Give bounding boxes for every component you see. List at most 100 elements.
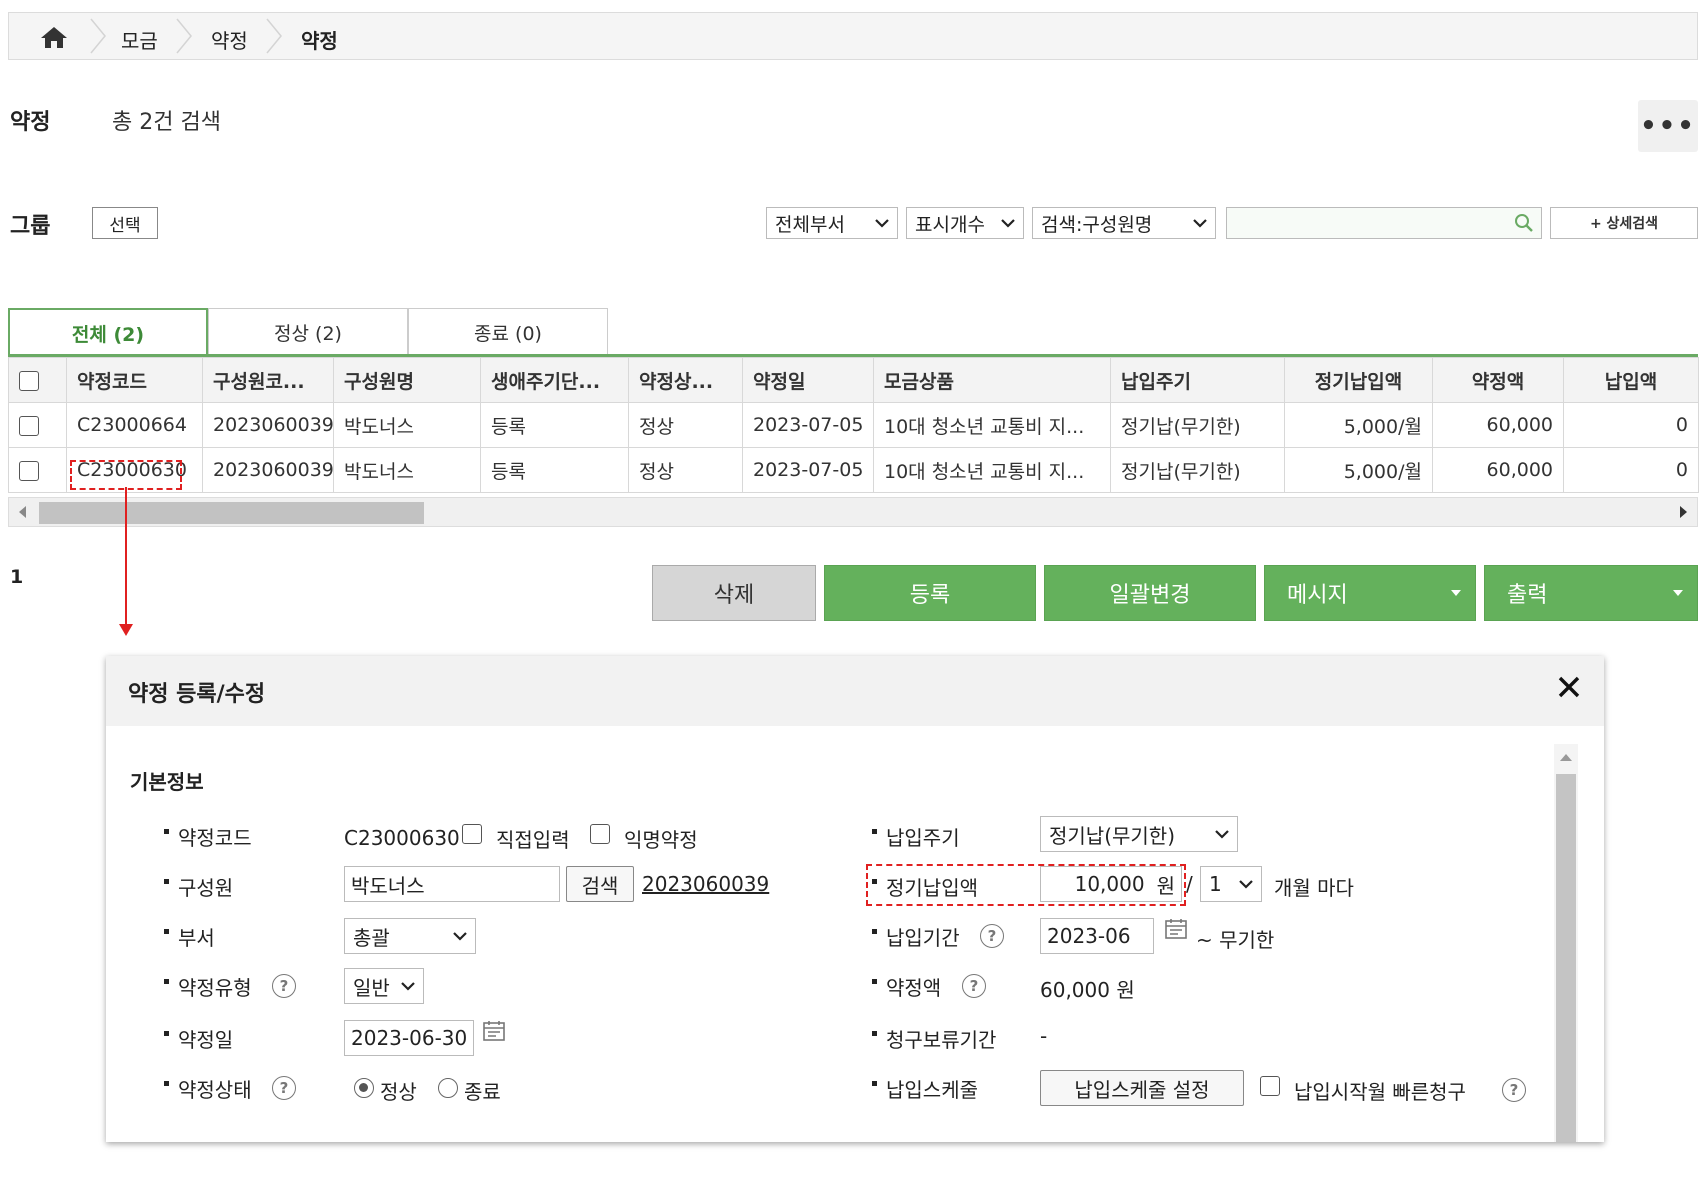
- breadcrumb-item-pledge-group[interactable]: 약정: [211, 25, 248, 54]
- department-select-value: 전체부서: [775, 213, 845, 236]
- chevron-down-icon: [1193, 219, 1207, 228]
- pledge-amount-value: 60,000 원: [1040, 978, 1135, 1002]
- column-header[interactable]: 모금상품: [873, 357, 1111, 403]
- pledge-date-label: 약정일: [163, 1024, 233, 1053]
- claim-hold-value: -: [1040, 1024, 1048, 1048]
- group-select-button[interactable]: 선택: [92, 207, 158, 239]
- column-header[interactable]: 납입주기: [1110, 357, 1285, 403]
- scroll-left-arrow[interactable]: [19, 506, 26, 518]
- page-title: 약정: [10, 110, 51, 135]
- column-header[interactable]: 약정액: [1432, 357, 1564, 403]
- breadcrumb-item-fundraising[interactable]: 모금: [121, 25, 158, 54]
- search-icon[interactable]: [1513, 212, 1535, 234]
- cell-cycle: 정기납(무기한): [1110, 447, 1285, 493]
- direct-input-checkbox[interactable]: [462, 824, 482, 844]
- department-select[interactable]: 전체부서: [766, 207, 898, 239]
- pledge-date-input[interactable]: 2023-06-30: [344, 1020, 474, 1056]
- cell-regular-amount: 5,000/월: [1284, 402, 1433, 448]
- cell-regular-amount: 5,000/월: [1284, 447, 1433, 493]
- column-header[interactable]: 구성원코...: [202, 357, 334, 403]
- payment-period-label: 납입기간: [872, 922, 960, 951]
- pledge-type-select[interactable]: 일반: [344, 968, 424, 1004]
- horizontal-scrollbar[interactable]: [8, 497, 1698, 527]
- row-checkbox[interactable]: [19, 415, 39, 436]
- cell-pledge-amount: 60,000: [1432, 447, 1564, 493]
- cell-product: 10대 청소년 교통비 지...: [873, 447, 1111, 493]
- advanced-search-button[interactable]: + 상세검색: [1550, 207, 1698, 239]
- cell-status: 정상: [628, 447, 743, 493]
- column-header[interactable]: 약정코드: [66, 357, 203, 403]
- calendar-icon[interactable]: [1164, 918, 1188, 940]
- payment-schedule-label: 납입스케줄: [872, 1074, 978, 1103]
- help-icon[interactable]: ?: [272, 974, 296, 998]
- page-number[interactable]: 1: [10, 566, 23, 588]
- table-row[interactable]: C23000630 2023060039 박도너스 등록 정상 2023-07-…: [8, 447, 1699, 493]
- section-title: 기본정보: [130, 770, 204, 794]
- cell-lifecycle: 등록: [480, 402, 629, 448]
- tab-ended[interactable]: 종료 (0): [408, 308, 608, 356]
- pledge-code-value: C23000630: [344, 826, 460, 850]
- member-code-link[interactable]: 2023060039: [642, 872, 769, 896]
- status-normal-radio[interactable]: [354, 1078, 374, 1098]
- delete-button[interactable]: 삭제: [652, 565, 816, 621]
- regular-amount-unit: 원: [1156, 873, 1175, 898]
- status-ended-radio[interactable]: [438, 1078, 458, 1098]
- table-row[interactable]: C23000664 2023060039 박도너스 등록 정상 2023-07-…: [8, 402, 1699, 448]
- search-field-select[interactable]: 검색:구성원명: [1032, 207, 1216, 239]
- help-icon[interactable]: ?: [272, 1076, 296, 1100]
- help-icon[interactable]: ?: [962, 974, 986, 998]
- fast-claim-checkbox[interactable]: [1260, 1076, 1280, 1096]
- display-count-select[interactable]: 표시개수: [906, 207, 1024, 239]
- member-input[interactable]: 박도너스: [344, 866, 560, 902]
- callout-arrow-head: [119, 624, 133, 636]
- column-header[interactable]: 정기납입액: [1284, 357, 1433, 403]
- display-count-value: 표시개수: [915, 213, 985, 236]
- cell-member-code: 2023060039: [202, 447, 334, 493]
- scroll-right-arrow[interactable]: [1680, 506, 1687, 518]
- select-all-checkbox[interactable]: [19, 370, 39, 391]
- column-header[interactable]: 약정상...: [628, 357, 743, 403]
- calendar-icon[interactable]: [482, 1020, 506, 1042]
- message-button[interactable]: 메시지: [1264, 565, 1476, 621]
- more-options-button[interactable]: •••: [1638, 100, 1698, 152]
- period-start-input[interactable]: 2023-06: [1040, 918, 1154, 954]
- register-button[interactable]: 등록: [824, 565, 1036, 621]
- cell-member-name: 박도너스: [333, 447, 481, 493]
- schedule-setting-button[interactable]: 납입스케줄 설정: [1040, 1070, 1244, 1106]
- bulk-change-button[interactable]: 일괄변경: [1044, 565, 1256, 621]
- anonymous-checkbox[interactable]: [590, 824, 610, 844]
- close-icon[interactable]: [1554, 672, 1584, 702]
- column-header[interactable]: 생애주기단...: [480, 357, 629, 403]
- column-header[interactable]: 납입액: [1563, 357, 1699, 403]
- tab-normal[interactable]: 정상 (2): [208, 308, 408, 356]
- row-checkbox[interactable]: [19, 460, 39, 481]
- cell-pledge-code[interactable]: C23000664: [66, 402, 203, 448]
- tab-all[interactable]: 전체 (2): [8, 308, 208, 356]
- callout-arrow-line: [125, 487, 127, 627]
- modal-scrollbar[interactable]: [1554, 744, 1578, 1142]
- print-button[interactable]: 출력: [1484, 565, 1698, 621]
- pledge-type-label: 약정유형: [164, 972, 252, 1001]
- search-input[interactable]: [1226, 207, 1542, 239]
- scroll-thumb[interactable]: [39, 502, 424, 524]
- regular-amount-value: 10,000: [1074, 872, 1145, 896]
- regular-amount-input[interactable]: 10,000 원: [1040, 866, 1182, 902]
- help-icon[interactable]: ?: [980, 924, 1004, 948]
- cell-lifecycle: 등록: [480, 447, 629, 493]
- cell-cycle: 정기납(무기한): [1110, 402, 1285, 448]
- department-select[interactable]: 총괄: [344, 918, 476, 954]
- home-icon[interactable]: [37, 23, 71, 51]
- highlight-box: [70, 460, 182, 490]
- column-header[interactable]: 구성원명: [333, 357, 481, 403]
- payment-cycle-select[interactable]: 정기납(무기한): [1040, 816, 1238, 852]
- chevron-right-icon: [266, 18, 282, 54]
- column-header[interactable]: 약정일: [742, 357, 874, 403]
- member-search-button[interactable]: 검색: [566, 866, 634, 902]
- scroll-up-arrow[interactable]: [1560, 754, 1572, 761]
- cell-product: 10대 청소년 교통비 지...: [873, 402, 1111, 448]
- modal-scroll-thumb[interactable]: [1556, 774, 1576, 1142]
- period-end-text: ~ 무기한: [1196, 928, 1275, 952]
- months-select[interactable]: 1: [1200, 866, 1262, 902]
- help-icon[interactable]: ?: [1502, 1078, 1526, 1102]
- cell-status: 정상: [628, 402, 743, 448]
